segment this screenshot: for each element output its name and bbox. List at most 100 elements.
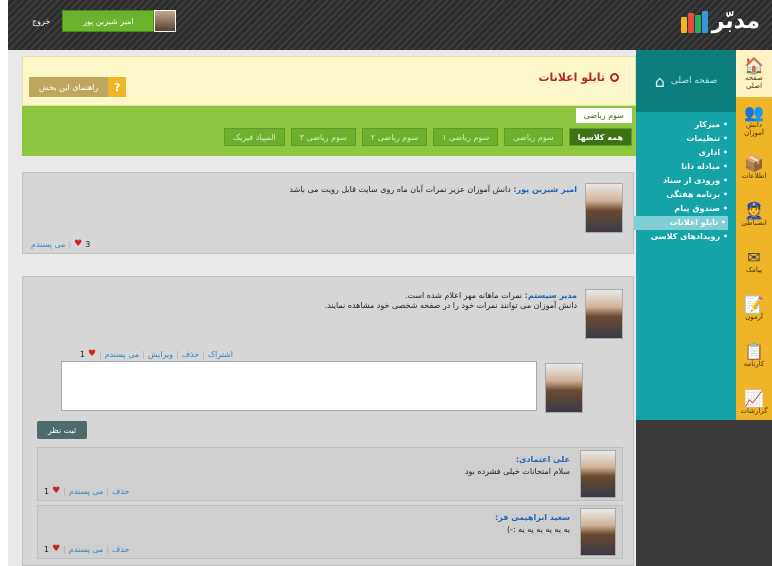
help-button[interactable]: ? راهنمای این بخش: [29, 77, 127, 97]
post-author[interactable]: امیر شیرین پور:: [513, 185, 577, 194]
like-link[interactable]: می پسندم: [69, 545, 103, 554]
help-button-label: راهنمای این بخش: [29, 77, 109, 97]
info-box-icon: 📦: [744, 153, 764, 173]
class-tab[interactable]: سوم ریاضی ۱: [433, 128, 499, 146]
bullet-icon: •: [720, 148, 728, 157]
class-tab-row: همه کلاسها سوم ریاضی سوم ریاضی ۱ سوم ریاضی …: [224, 128, 632, 146]
nav-panel: صفحه اصلی ⌂ • میزکار • تنظیمات • اداری • مب…: [634, 50, 736, 470]
iconbar-item[interactable]: 📦 اطلاعات: [736, 144, 772, 191]
heart-icon: ♥: [74, 239, 83, 249]
announcement-post: مدیر سیستم: نمرات ماهانه مهر اعلام شده ا…: [22, 276, 634, 566]
reply-actions: 1 ♥ | می پسندم | حذف: [44, 544, 130, 554]
class-tabs-area: سوم ریاضی همه کلاسها سوم ریاضی سوم ریاضی ۱…: [22, 106, 636, 156]
heart-icon: ♥: [52, 544, 61, 554]
nav-item[interactable]: • میزکار: [636, 118, 728, 132]
app-logo[interactable]: مدبّر: [680, 9, 760, 34]
share-link[interactable]: اشتراک: [208, 350, 233, 359]
reports-icon: 📈: [744, 388, 764, 408]
class-tab[interactable]: المپیاد فیزیک: [224, 128, 285, 146]
like-count: 1: [44, 544, 50, 554]
edit-link[interactable]: ویرایش: [148, 350, 173, 359]
nav-item-label: اداری: [698, 148, 721, 157]
avatar: [580, 450, 616, 498]
class-tab[interactable]: سوم ریاضی ۳: [290, 128, 356, 146]
like-count: 1: [79, 349, 85, 359]
heart-icon: ♥: [52, 486, 61, 496]
nav-item[interactable]: • رویدادهای کلاسی: [636, 230, 728, 244]
delete-link[interactable]: حذف: [112, 487, 129, 496]
iconbar-label: اطلاعات: [741, 171, 767, 180]
nav-item[interactable]: • تنظیمات: [636, 132, 728, 146]
nav-item[interactable]: • مبادله دانا: [636, 160, 728, 174]
report-card-icon: 📋: [744, 341, 764, 361]
nav-item[interactable]: • اداری: [636, 146, 728, 160]
nav-list: • میزکار • تنظیمات • اداری • مبادله دانا • و…: [634, 112, 736, 244]
post-body: امیر شیرین پور: دانش آموزان عزیز نمرات آ…: [97, 185, 577, 195]
like-link[interactable]: می پسندم: [31, 240, 65, 249]
discipline-icon: 👮: [744, 200, 764, 220]
submit-comment-button[interactable]: ثبت نظر: [37, 421, 87, 439]
iconbar-item[interactable]: 📈 گزارشات: [736, 379, 772, 426]
iconbar-item[interactable]: 📝 آزمون: [736, 285, 772, 332]
nav-home-label: صفحه اصلی: [670, 76, 718, 86]
reply-author[interactable]: علی اعتمادی:: [516, 455, 570, 464]
home-icon: ⌂: [654, 71, 665, 91]
reply-body: علی اعتمادی: سلام امتحانات خیلی فشرده بو…: [170, 454, 570, 478]
avatar: [580, 508, 616, 556]
bullet-icon: •: [720, 120, 728, 129]
current-class-label[interactable]: سوم ریاضی: [575, 108, 632, 123]
comment-input[interactable]: [61, 361, 537, 411]
post-author[interactable]: مدیر سیستم:: [525, 291, 577, 300]
post-actions: اشتراک | حذف | ویرایش | می پسندم | ♥ 1: [79, 349, 233, 359]
user-name-badge[interactable]: امیر شیرین پور: [62, 10, 155, 32]
like-count: 3: [85, 239, 91, 249]
delete-link[interactable]: حذف: [182, 350, 199, 359]
page-title: تابلو اعلانات: [538, 71, 619, 84]
main-content: تابلو اعلانات ? راهنمای این بخش سوم ریاض…: [22, 56, 636, 566]
logo-text: مدبّر: [711, 9, 760, 34]
class-tab[interactable]: سوم ریاضی: [504, 128, 563, 146]
reply-item: علی اعتمادی: سلام امتحانات خیلی فشرده بو…: [37, 447, 623, 501]
iconbar-item[interactable]: 👮 انضباطی: [736, 191, 772, 238]
iconbar-item[interactable]: 👥 دانش آموزان: [736, 97, 772, 144]
page-header: تابلو اعلانات ? راهنمای این بخش: [22, 56, 636, 106]
iconbar-label: پیامک: [745, 265, 763, 274]
post-text-line1: نمرات ماهانه مهر اعلام شده است.: [404, 291, 523, 300]
nav-panel-footer: [636, 420, 772, 566]
help-icon: ?: [108, 77, 127, 97]
iconbar-label: صفحه اصلی: [745, 73, 763, 90]
nav-item-label: مبادله دانا: [681, 162, 721, 171]
nav-item[interactable]: • تابلو اعلانات: [634, 216, 728, 230]
reply-actions: 1 ♥ | می پسندم | حذف: [44, 486, 130, 496]
like-link[interactable]: می پسندم: [69, 487, 103, 496]
nav-item[interactable]: • صندوق پیام: [636, 202, 728, 216]
iconbar-label: انضباطی: [741, 218, 767, 227]
nav-item-label: میزکار: [694, 120, 721, 129]
class-tab[interactable]: همه کلاسها: [568, 128, 632, 146]
nav-home[interactable]: صفحه اصلی ⌂: [636, 50, 736, 112]
home-icon: 🏠: [744, 55, 764, 75]
nav-item[interactable]: • ورودی از سناد: [636, 174, 728, 188]
iconbar-item[interactable]: 🏠 صفحه اصلی: [736, 50, 772, 97]
bullet-icon: •: [720, 162, 728, 171]
post-text-line2: دانش آموزان می توانند نمرات خود را در صف…: [324, 301, 577, 310]
post-text: دانش آموزان عزیز نمرات آبان ماه روی سایت…: [289, 185, 511, 194]
title-circle-icon: [610, 73, 619, 82]
nav-item[interactable]: • برنامه هفتگی: [636, 188, 728, 202]
reply-author[interactable]: سعید ابراهیمی فر:: [495, 513, 570, 522]
nav-item-label: رویدادهای کلاسی: [650, 232, 721, 241]
nav-item-label: تنظیمات: [686, 134, 721, 143]
bullet-icon: •: [720, 204, 728, 213]
class-tab[interactable]: سوم ریاضی ۲: [361, 128, 428, 146]
iconbar-item[interactable]: ✉ پیامک: [736, 238, 772, 285]
iconbar-label: آزمون: [745, 312, 763, 321]
exam-icon: 📝: [744, 294, 764, 314]
avatar: [585, 289, 623, 339]
nav-item-label: صندوق پیام: [674, 204, 721, 213]
like-link[interactable]: می پسندم: [105, 350, 139, 359]
reply-text: سلام امتحانات خیلی فشرده بود: [464, 467, 570, 476]
user-avatar[interactable]: [154, 10, 177, 32]
iconbar-item[interactable]: 📋 کارنامه: [736, 332, 772, 379]
logout-link[interactable]: خروج: [20, 17, 62, 26]
delete-link[interactable]: حذف: [112, 545, 129, 554]
